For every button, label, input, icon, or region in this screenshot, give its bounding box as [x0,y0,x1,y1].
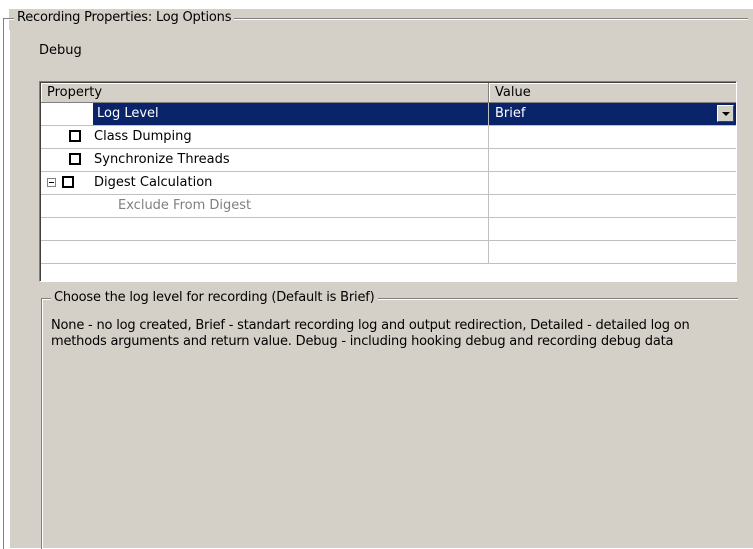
digest-calculation-checkbox[interactable] [62,176,74,188]
property-name: Class Dumping [94,129,192,144]
synchronize-threads-checkbox[interactable] [69,153,81,165]
cell-separator [488,149,489,171]
cell-separator [488,172,489,194]
chevron-down-icon[interactable] [717,105,734,122]
column-header-value[interactable]: Value [489,83,736,103]
cell-separator [488,241,489,263]
property-row-exclude-from-digest[interactable]: Exclude From Digest [41,195,736,218]
groupbox-title: Recording Properties: Log Options [14,10,235,26]
property-row-log-level[interactable]: Log Level Brief [41,103,736,126]
property-name: Digest Calculation [94,175,213,190]
property-row-empty [41,218,736,241]
cell-separator [488,103,489,125]
property-grid-body: Property Value Log Level Brief Class Dum… [40,82,736,281]
class-dumping-checkbox[interactable] [69,130,81,142]
property-name: Exclude From Digest [118,198,252,213]
cell-separator [488,218,489,240]
selection-highlight-value [489,103,736,125]
description-title: Choose the log level for recording (Defa… [51,290,378,306]
property-row-class-dumping[interactable]: Class Dumping [41,126,736,149]
log-level-value[interactable]: Brief [495,103,525,125]
cell-separator [488,126,489,148]
collapse-icon[interactable] [47,178,56,187]
property-grid[interactable]: Property Value Log Level Brief Class Dum… [39,81,737,282]
property-row-synchronize-threads[interactable]: Synchronize Threads [41,149,736,172]
property-name: Log Level [97,106,159,121]
debug-section-label: Debug [39,43,82,58]
property-row-empty [41,241,736,264]
property-name: Synchronize Threads [94,152,230,167]
cell-separator [488,195,489,217]
column-header-property[interactable]: Property [41,83,489,103]
description-text: None - no log created, Brief - standart … [51,318,690,349]
property-row-digest-calculation[interactable]: Digest Calculation [41,172,736,195]
